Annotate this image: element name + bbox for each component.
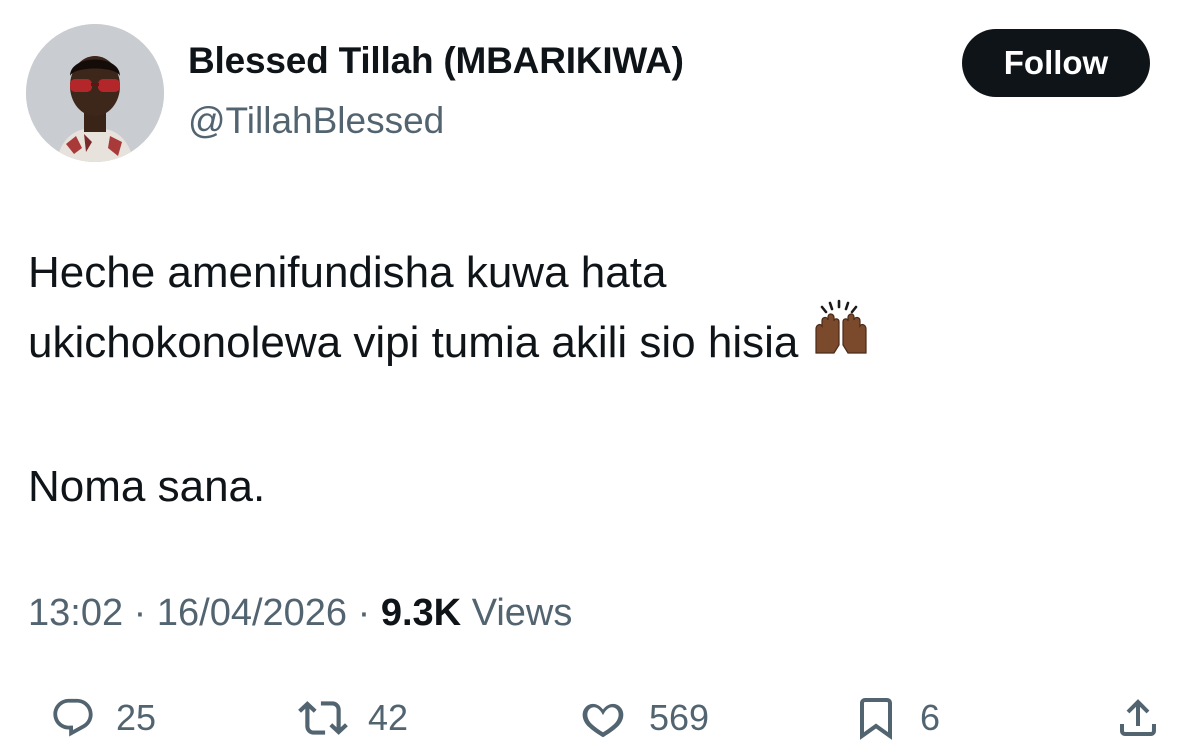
share-icon bbox=[1114, 694, 1162, 742]
reply-icon bbox=[50, 695, 96, 741]
meta-separator: · bbox=[347, 592, 381, 634]
bookmark-button[interactable]: 6 bbox=[852, 688, 940, 748]
tweet-time[interactable]: 13:02 bbox=[28, 592, 123, 634]
follow-button[interactable]: Follow bbox=[962, 29, 1150, 97]
tweet-text-line-with-emoji: ukichokonolewa vipi tumia akili sio hisi… bbox=[28, 299, 870, 378]
share-button[interactable] bbox=[1114, 688, 1162, 748]
tweet-text-line: Heche amenifundisha kuwa hata bbox=[28, 248, 667, 297]
raising-hands-emoji bbox=[812, 299, 870, 378]
reply-count: 25 bbox=[116, 697, 157, 738]
retweet-button[interactable]: 42 bbox=[298, 688, 408, 748]
meta-separator: · bbox=[123, 592, 157, 634]
like-icon bbox=[577, 692, 629, 744]
author-name[interactable]: Blessed Tillah (MBARIKIWA) bbox=[188, 40, 684, 82]
tweet-text-line: ukichokonolewa vipi tumia akili sio hisi… bbox=[28, 318, 799, 367]
tweet-date[interactable]: 16/04/2026 bbox=[157, 592, 347, 634]
tweet-card: Blessed Tillah (MBARIKIWA) @TillahBlesse… bbox=[0, 0, 1200, 750]
like-count: 569 bbox=[649, 697, 710, 738]
tweet-text-line: Noma sana. bbox=[28, 462, 266, 511]
author-handle[interactable]: @TillahBlessed bbox=[188, 100, 444, 142]
bookmark-icon bbox=[852, 694, 900, 742]
reply-button[interactable]: 25 bbox=[50, 688, 156, 748]
views-count[interactable]: 9.3K bbox=[381, 592, 461, 634]
retweet-count: 42 bbox=[368, 697, 409, 738]
like-button[interactable]: 569 bbox=[577, 688, 709, 748]
views-label: Views bbox=[471, 592, 573, 634]
tweet-meta: 13:02 · 16/04/2026 · 9.3K Views bbox=[28, 592, 572, 635]
bookmark-count: 6 bbox=[920, 697, 941, 738]
retweet-icon bbox=[298, 693, 348, 743]
avatar[interactable] bbox=[26, 24, 164, 162]
